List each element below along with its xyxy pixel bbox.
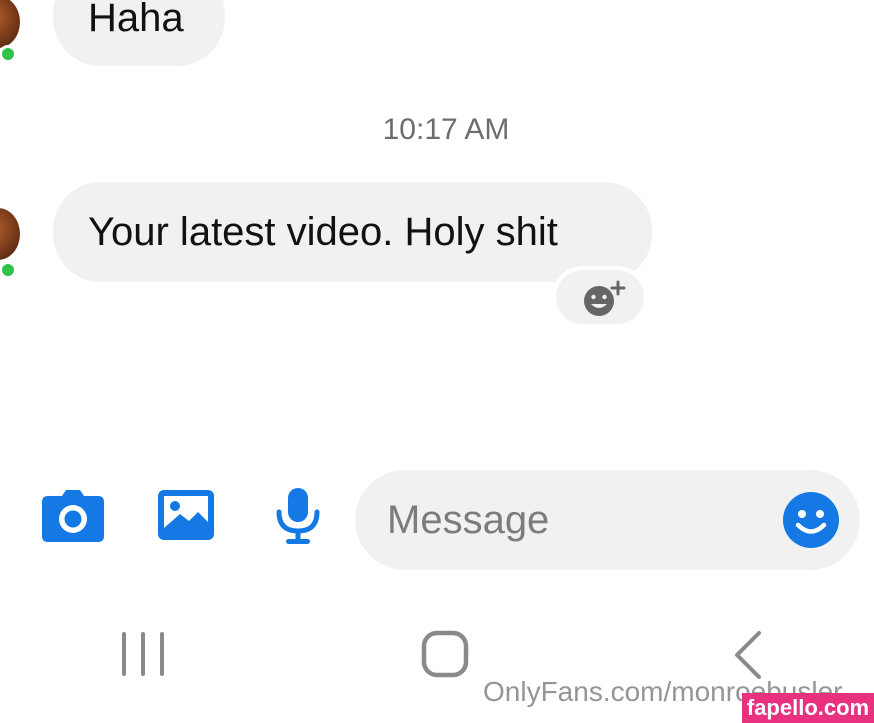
gallery-button[interactable] bbox=[158, 490, 214, 545]
back-icon bbox=[735, 631, 761, 679]
message-bubble[interactable]: Haha bbox=[53, 0, 225, 66]
sender-avatar[interactable] bbox=[0, 0, 20, 48]
emoji-icon bbox=[783, 492, 839, 548]
message-timestamp: 10:17 AM bbox=[382, 113, 510, 146]
message-text: Haha bbox=[88, 0, 184, 40]
sender-avatar[interactable] bbox=[0, 208, 20, 260]
add-reaction-icon bbox=[584, 280, 626, 316]
message-input[interactable] bbox=[387, 496, 767, 544]
message-bubble[interactable]: Your latest video. Holy shit bbox=[53, 182, 652, 282]
message-input-container[interactable] bbox=[355, 470, 860, 570]
online-status-indicator bbox=[0, 45, 17, 63]
recent-apps-button[interactable] bbox=[120, 632, 166, 681]
recent-apps-icon bbox=[122, 632, 164, 676]
add-reaction-button[interactable] bbox=[552, 266, 648, 328]
gallery-icon bbox=[158, 490, 214, 540]
camera-button[interactable] bbox=[42, 490, 104, 547]
online-status-indicator bbox=[0, 261, 17, 279]
camera-icon bbox=[42, 490, 104, 542]
home-button[interactable] bbox=[421, 630, 469, 683]
message-text: Your latest video. Holy shit bbox=[88, 210, 558, 254]
home-icon bbox=[421, 630, 469, 678]
watermark-badge: fapello.com bbox=[742, 693, 874, 723]
voice-message-button[interactable] bbox=[276, 488, 320, 549]
chat-screen: Haha 10:17 AM Your latest video. Holy sh… bbox=[0, 0, 874, 723]
emoji-button[interactable] bbox=[783, 492, 839, 553]
microphone-icon bbox=[276, 488, 320, 544]
